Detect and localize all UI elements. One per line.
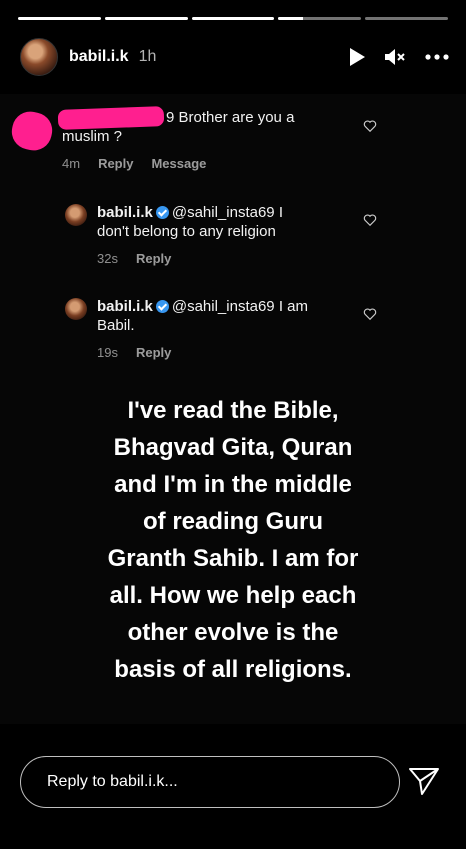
comment-2: babil.i.k @sahil_insta69 I don't belong t… xyxy=(97,203,357,241)
story-username[interactable]: babil.i.k xyxy=(69,48,129,66)
mute-icon[interactable] xyxy=(384,47,406,67)
comment-meta: 19s Reply xyxy=(97,345,171,360)
comment-author[interactable]: babil.i.k xyxy=(97,298,153,315)
comment-meta: 4m Reply Message xyxy=(62,156,206,171)
comment-text: Brother are you a xyxy=(178,109,295,126)
progress-segment xyxy=(18,17,101,20)
quote-line: of reading Guru xyxy=(143,508,323,535)
reply-placeholder: Reply to babil.i.k... xyxy=(47,773,178,790)
comment-text: I xyxy=(278,204,283,221)
comment-author[interactable]: babil.i.k xyxy=(97,204,153,221)
quote-line: Bhagvad Gita, Quran xyxy=(113,434,353,461)
progress-segment-current xyxy=(278,17,362,20)
comment-author-tail: 9 xyxy=(166,109,175,126)
reply-link[interactable]: Reply xyxy=(98,156,133,171)
avatar[interactable] xyxy=(20,38,58,76)
comment-text-cont: muslim ? xyxy=(62,128,123,145)
quote-line: basis of all religions. xyxy=(114,656,352,683)
more-icon[interactable] xyxy=(424,53,450,61)
quote-line: other evolve is the xyxy=(127,619,339,646)
comment-time: 4m xyxy=(62,156,81,171)
story-progress xyxy=(18,17,448,20)
comment-3: babil.i.k @sahil_insta69 I am Babil. xyxy=(97,297,357,335)
send-icon[interactable] xyxy=(408,766,440,796)
comment-text: I am xyxy=(278,298,309,315)
verified-icon xyxy=(155,300,169,313)
heart-icon[interactable] xyxy=(363,307,377,321)
header-controls xyxy=(348,47,450,67)
reply-input[interactable]: Reply to babil.i.k... xyxy=(20,756,400,808)
progress-segment xyxy=(191,17,275,20)
comment-1: 9 Brother are you a muslim ? xyxy=(62,108,342,146)
reply-link[interactable]: Reply xyxy=(136,251,171,266)
play-icon[interactable] xyxy=(348,47,366,67)
quote-line: all. How we help each xyxy=(109,582,357,609)
comment-text-cont: Babil. xyxy=(97,317,135,334)
heart-icon[interactable] xyxy=(363,119,377,133)
comment-mention[interactable]: @sahil_insta69 xyxy=(172,204,275,221)
verified-icon xyxy=(155,206,169,219)
comment-time: 19s xyxy=(97,345,118,360)
message-link[interactable]: Message xyxy=(151,156,206,171)
reply-link[interactable]: Reply xyxy=(136,345,171,360)
progress-segment xyxy=(365,17,448,20)
avatar[interactable] xyxy=(65,298,87,320)
avatar[interactable] xyxy=(65,204,87,226)
comment-meta: 32s Reply xyxy=(97,251,171,266)
quote-line: I've read the Bible, xyxy=(127,397,339,424)
comment-text-cont: don't belong to any religion xyxy=(97,223,276,240)
story-time: 1h xyxy=(138,48,157,65)
quote-line: and I'm in the middle xyxy=(114,471,352,498)
story-quote: I've read the Bible, Bhagvad Gita, Quran… xyxy=(60,392,406,688)
heart-icon[interactable] xyxy=(363,213,377,227)
comment-mention[interactable]: @sahil_insta69 xyxy=(172,298,275,315)
story-header: babil.i.k 1h xyxy=(20,36,450,78)
progress-segment xyxy=(104,17,188,20)
comment-time: 32s xyxy=(97,251,118,266)
quote-line: Granth Sahib. I am for xyxy=(107,545,359,572)
